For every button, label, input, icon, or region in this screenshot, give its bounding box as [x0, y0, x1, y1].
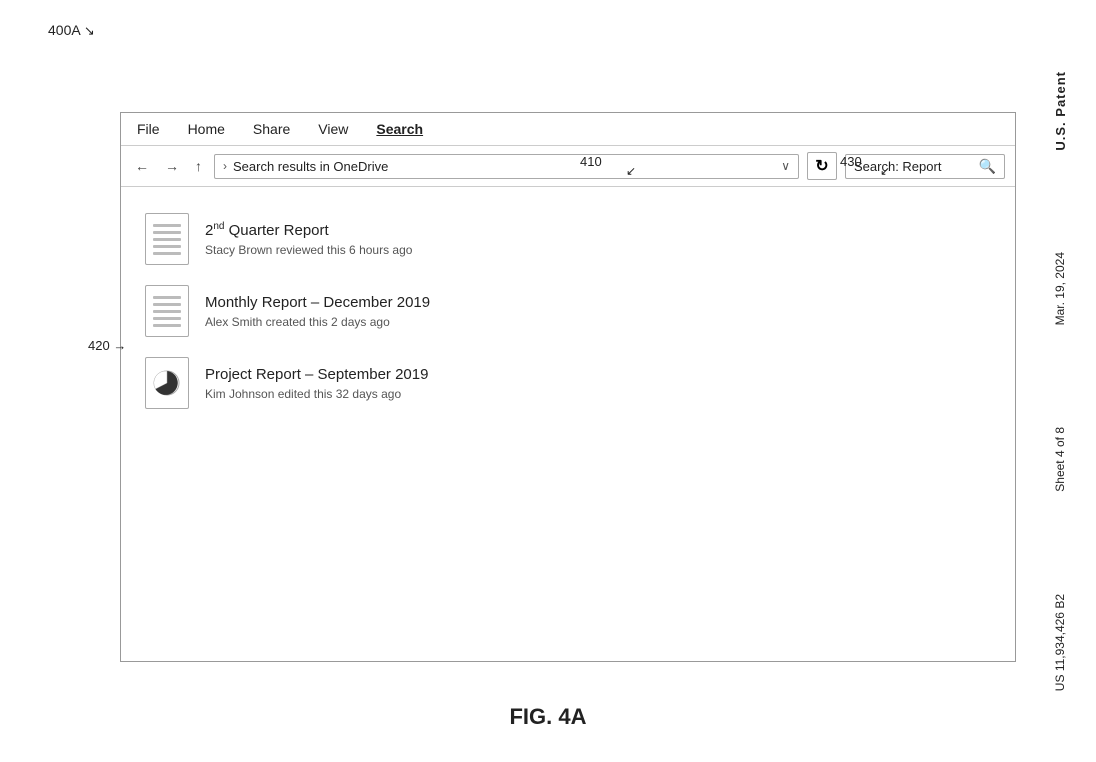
file-line: [153, 245, 181, 248]
address-text: Search results in OneDrive: [233, 159, 775, 174]
chart-icon: [151, 367, 183, 399]
file-line: [153, 324, 181, 327]
menubar: File Home Share View Search: [121, 113, 1015, 146]
file-name-3: Project Report – September 2019: [205, 366, 428, 383]
menu-view[interactable]: View: [318, 121, 348, 137]
file-lines-icon: [153, 296, 181, 327]
menu-home[interactable]: Home: [188, 121, 225, 137]
patent-number: US 11,934,426 B2: [1053, 594, 1067, 691]
file-meta-2: Alex Smith created this 2 days ago: [205, 315, 430, 329]
search-icon: 🔍: [979, 158, 996, 174]
search-box-text: Search: Report: [854, 159, 979, 174]
list-item[interactable]: 2nd Quarter Report Stacy Brown reviewed …: [145, 203, 991, 275]
file-info-2: Monthly Report – December 2019 Alex Smit…: [205, 294, 430, 329]
file-line: [153, 231, 181, 234]
list-item[interactable]: Project Report – September 2019 Kim John…: [145, 347, 991, 419]
callout-420-arrow: →: [113, 338, 126, 353]
file-icon-1: [145, 213, 189, 265]
file-icon-3: [145, 357, 189, 409]
list-item[interactable]: Monthly Report – December 2019 Alex Smit…: [145, 275, 991, 347]
callout-430-arrow: ↙: [880, 164, 890, 178]
menu-file[interactable]: File: [137, 121, 160, 137]
search-box[interactable]: Search: Report 🔍: [845, 154, 1005, 179]
file-meta-1: Stacy Brown reviewed this 6 hours ago: [205, 243, 412, 257]
patent-title: U.S. Patent: [1053, 71, 1068, 151]
file-lines-icon: [153, 224, 181, 255]
file-info-3: Project Report – September 2019 Kim John…: [205, 366, 428, 401]
file-name-2: Monthly Report – December 2019: [205, 294, 430, 311]
forward-button[interactable]: →: [161, 156, 183, 176]
file-explorer-window: File Home Share View Search ← → ↑ › Sear…: [120, 112, 1016, 662]
patent-date: Mar. 19, 2024: [1053, 252, 1067, 325]
diagram-label: 400A ↘: [48, 22, 95, 39]
file-line: [153, 310, 181, 313]
callout-410-arrow: ↙: [626, 164, 636, 178]
file-name-1: 2nd Quarter Report: [205, 221, 412, 239]
menu-search[interactable]: Search: [376, 121, 423, 137]
file-meta-3: Kim Johnson edited this 32 days ago: [205, 387, 428, 401]
file-icon-2: [145, 285, 189, 337]
dropdown-icon[interactable]: ∨: [781, 159, 790, 173]
up-button[interactable]: ↑: [191, 156, 206, 176]
callout-430: 430: [840, 154, 862, 169]
diagram-label-text: 400A: [48, 22, 80, 38]
file-line: [153, 252, 181, 255]
file-info-1: 2nd Quarter Report Stacy Brown reviewed …: [205, 221, 412, 257]
search-icon-button[interactable]: 🔍: [979, 158, 996, 175]
address-chevron-icon: ›: [223, 159, 227, 173]
callout-420: 420 →: [88, 338, 126, 353]
file-line: [153, 224, 181, 227]
address-bar[interactable]: › Search results in OneDrive ∨: [214, 154, 799, 179]
refresh-button[interactable]: ↻: [807, 152, 837, 180]
file-line: [153, 296, 181, 299]
refresh-icon: ↻: [815, 156, 828, 176]
file-line: [153, 303, 181, 306]
file-list: 2nd Quarter Report Stacy Brown reviewed …: [121, 187, 1015, 435]
file-line: [153, 317, 181, 320]
callout-430-text: 430: [840, 154, 862, 169]
callout-420-text: 420: [88, 338, 110, 353]
patent-sidebar: U.S. Patent Mar. 19, 2024 Sheet 4 of 8 U…: [1024, 0, 1096, 762]
callout-410: 410: [580, 154, 602, 169]
callout-410-text: 410: [580, 154, 602, 169]
back-button[interactable]: ←: [131, 156, 153, 176]
menu-share[interactable]: Share: [253, 121, 290, 137]
patent-sheet: Sheet 4 of 8: [1053, 427, 1067, 492]
arrow-decoration: ↘: [84, 23, 95, 38]
file-line: [153, 238, 181, 241]
figure-caption: FIG. 4A: [509, 704, 586, 730]
